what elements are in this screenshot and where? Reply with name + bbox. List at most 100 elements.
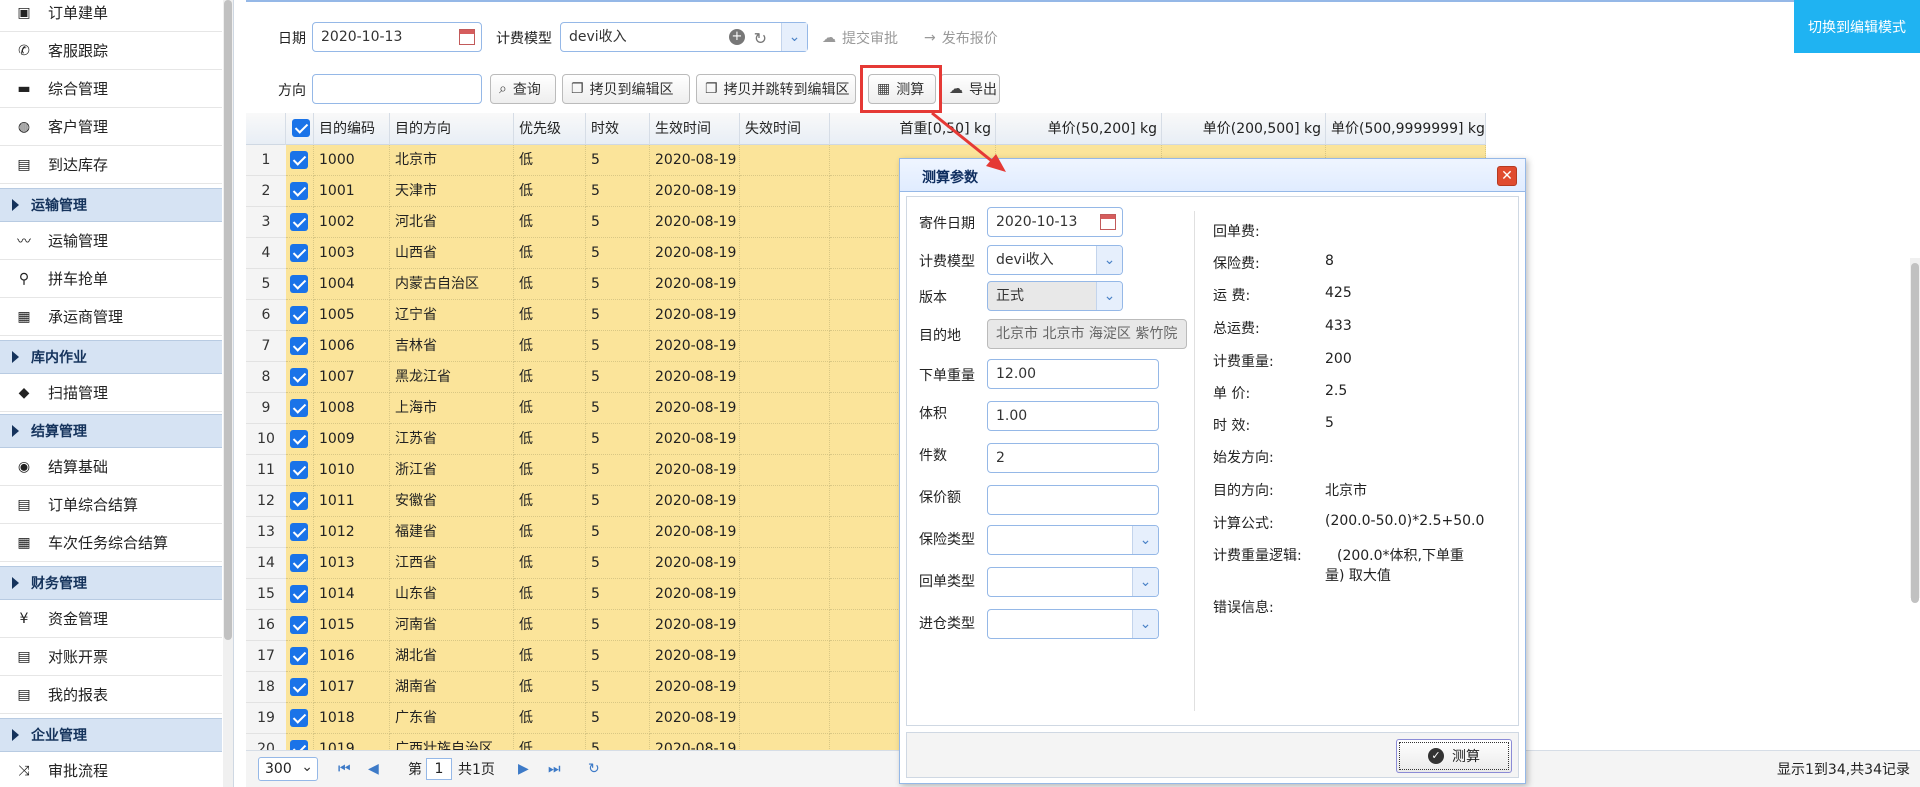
table-cell[interactable]: 山东省 <box>390 579 514 610</box>
column-header[interactable]: 单价(50,200] kg <box>996 113 1162 145</box>
last-page-icon[interactable]: ⏭ <box>548 758 561 780</box>
table-cell[interactable]: 5 <box>586 517 650 548</box>
table-cell[interactable]: 5 <box>586 393 650 424</box>
table-cell[interactable]: 2020-08-19 <box>650 238 740 269</box>
table-cell[interactable]: 低 <box>514 362 586 393</box>
table-cell[interactable]: 湖南省 <box>390 672 514 703</box>
column-header[interactable]: 首重[0,50] kg <box>830 113 996 145</box>
table-cell[interactable]: 5 <box>586 703 650 734</box>
table-cell[interactable]: 5 <box>586 610 650 641</box>
table-cell[interactable]: 河南省 <box>390 610 514 641</box>
table-cell[interactable]: 1000 <box>314 145 390 176</box>
table-cell[interactable]: 2020-08-19 <box>650 641 740 672</box>
billing-model-select[interactable]: devi收入 + ↻ ⌄ <box>560 22 808 52</box>
table-cell[interactable]: 低 <box>514 300 586 331</box>
table-cell[interactable]: 低 <box>514 486 586 517</box>
table-cell[interactable]: 低 <box>514 207 586 238</box>
table-cell[interactable]: 广东省 <box>390 703 514 734</box>
table-cell[interactable] <box>740 238 830 269</box>
table-cell[interactable]: 2020-08-19 <box>650 362 740 393</box>
submit-approval-button[interactable]: ☁ 提交审批 <box>822 28 898 48</box>
table-cell[interactable]: 福建省 <box>390 517 514 548</box>
table-cell[interactable] <box>740 145 830 176</box>
sidebar-item-carrier-management[interactable]: ▦ 承运商管理 <box>0 298 222 336</box>
table-cell[interactable]: 5 <box>586 207 650 238</box>
table-cell[interactable]: 1006 <box>314 331 390 362</box>
table-cell[interactable] <box>740 455 830 486</box>
table-cell[interactable]: 2020-08-19 <box>650 703 740 734</box>
table-cell[interactable]: 2020-08-19 <box>650 455 740 486</box>
table-cell[interactable]: 5 <box>586 486 650 517</box>
table-cell[interactable]: 低 <box>514 424 586 455</box>
column-header[interactable]: 单价(500,9999999] kg <box>1326 113 1486 145</box>
table-scrollbar-thumb[interactable] <box>1911 263 1919 603</box>
table-cell[interactable]: 低 <box>514 734 586 750</box>
table-cell[interactable]: 2020-08-19 <box>650 548 740 579</box>
table-cell[interactable]: 5 <box>586 300 650 331</box>
table-cell[interactable] <box>740 610 830 641</box>
table-cell[interactable]: 5 <box>586 269 650 300</box>
table-cell[interactable]: 河北省 <box>390 207 514 238</box>
table-cell[interactable] <box>740 641 830 672</box>
row-checkbox[interactable] <box>286 610 314 641</box>
column-header[interactable]: 目的编码 <box>314 113 390 145</box>
row-checkbox[interactable] <box>286 207 314 238</box>
sidebar-item-transport-management[interactable]: 〰 运输管理 <box>0 222 222 260</box>
table-cell[interactable]: 5 <box>586 672 650 703</box>
table-cell[interactable]: 1017 <box>314 672 390 703</box>
destination-input[interactable]: 北京市 北京市 海淀区 紫竹院 <box>987 319 1187 349</box>
export-button[interactable]: ☁ 导出 <box>940 74 1000 104</box>
table-cell[interactable]: 吉林省 <box>390 331 514 362</box>
table-cell[interactable]: 低 <box>514 579 586 610</box>
switch-edit-mode-button[interactable]: 切换到编辑模式 <box>1794 0 1920 53</box>
version-select[interactable]: 正式 ⌄ <box>987 281 1123 311</box>
sidebar-item-trip-settlement[interactable]: ▦ 车次任务综合结算 <box>0 524 222 562</box>
table-cell[interactable]: 1018 <box>314 703 390 734</box>
refresh-icon[interactable]: ↻ <box>754 25 767 53</box>
table-cell[interactable]: 1005 <box>314 300 390 331</box>
table-cell[interactable] <box>740 331 830 362</box>
column-header[interactable]: 目的方向 <box>390 113 514 145</box>
row-checkbox[interactable] <box>286 455 314 486</box>
row-checkbox[interactable] <box>286 734 314 750</box>
row-checkbox[interactable] <box>286 393 314 424</box>
table-cell[interactable]: 1004 <box>314 269 390 300</box>
table-cell[interactable]: 低 <box>514 238 586 269</box>
table-cell[interactable]: 2020-08-19 <box>650 269 740 300</box>
first-page-icon[interactable]: ⏮ <box>338 758 351 780</box>
table-cell[interactable]: 2020-08-19 <box>650 424 740 455</box>
row-checkbox[interactable] <box>286 300 314 331</box>
table-cell[interactable]: 江西省 <box>390 548 514 579</box>
table-cell[interactable] <box>740 300 830 331</box>
table-cell[interactable]: 低 <box>514 145 586 176</box>
calendar-icon[interactable] <box>459 29 475 45</box>
table-cell[interactable]: 5 <box>586 548 650 579</box>
table-cell[interactable]: 5 <box>586 176 650 207</box>
table-cell[interactable]: 低 <box>514 176 586 207</box>
table-cell[interactable]: 1016 <box>314 641 390 672</box>
row-checkbox[interactable] <box>286 486 314 517</box>
table-cell[interactable] <box>740 486 830 517</box>
table-cell[interactable]: 1011 <box>314 486 390 517</box>
table-cell[interactable]: 1003 <box>314 238 390 269</box>
sidebar-item-customer-service[interactable]: ✆ 客服跟踪 <box>0 32 222 70</box>
table-cell[interactable]: 2020-08-19 <box>650 672 740 703</box>
column-header[interactable]: 单价(200,500] kg <box>1162 113 1326 145</box>
table-cell[interactable]: 2020-08-19 <box>650 176 740 207</box>
select-all-checkbox[interactable] <box>286 113 314 145</box>
table-cell[interactable]: 浙江省 <box>390 455 514 486</box>
dialog-header[interactable]: 测算参数 ✕ <box>900 159 1525 192</box>
table-cell[interactable] <box>740 393 830 424</box>
sidebar-group-finance[interactable]: 财务管理 <box>0 566 222 600</box>
table-cell[interactable] <box>740 176 830 207</box>
table-cell[interactable] <box>740 362 830 393</box>
table-cell[interactable]: 5 <box>586 424 650 455</box>
table-cell[interactable]: 1019 <box>314 734 390 750</box>
table-cell[interactable] <box>740 207 830 238</box>
column-header[interactable]: 生效时间 <box>650 113 740 145</box>
copy-jump-edit-button[interactable]: ❐ 拷贝并跳转到编辑区 <box>696 74 856 104</box>
sidebar-scrollbar-thumb[interactable] <box>224 0 232 640</box>
direction-input[interactable] <box>312 74 482 104</box>
table-cell[interactable]: 1001 <box>314 176 390 207</box>
page-number-input[interactable]: 1 <box>426 758 452 780</box>
